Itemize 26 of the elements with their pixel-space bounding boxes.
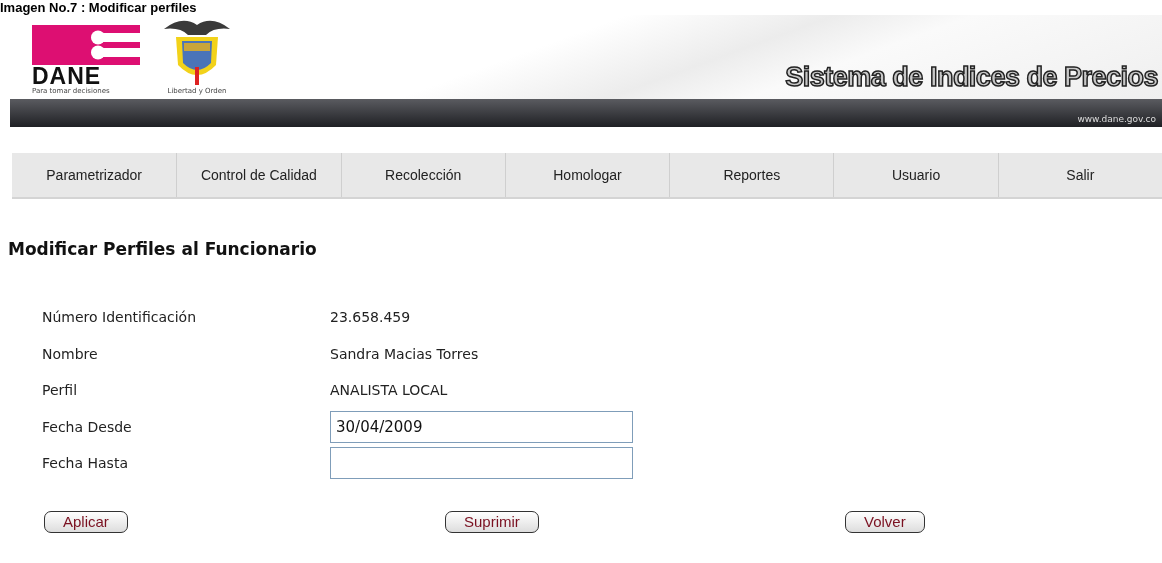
menu-item[interactable]: Parametrizador bbox=[12, 153, 177, 197]
action-button[interactable]: Aplicar bbox=[44, 510, 128, 533]
menu-item[interactable]: Homologar bbox=[504, 153, 670, 197]
logo-text: DANE bbox=[32, 65, 102, 87]
date-input-field[interactable] bbox=[330, 447, 633, 480]
logo-mark-icon bbox=[32, 25, 140, 65]
field-label: Número Identificación bbox=[42, 308, 198, 328]
menu-item[interactable]: Reportes bbox=[669, 153, 834, 197]
figure-caption: Imagen No.7 : Modificar perfiles bbox=[0, 0, 198, 15]
field-label: Nombre bbox=[42, 344, 99, 364]
field-label: Perfil bbox=[42, 381, 79, 401]
field-label: Fecha Hasta bbox=[42, 454, 129, 474]
system-title: Sistema de Indices de Precios bbox=[785, 62, 1158, 93]
menu-item[interactable]: Usuario bbox=[833, 153, 998, 197]
menu-item[interactable]: Salir bbox=[997, 153, 1162, 197]
field-value: ANALISTA LOCAL bbox=[330, 382, 449, 399]
field-value: 23.658.459 bbox=[330, 309, 412, 326]
action-button[interactable]: Suprimir bbox=[445, 510, 539, 533]
action-button[interactable]: Volver bbox=[845, 510, 925, 533]
field-label: Fecha Desde bbox=[42, 417, 133, 437]
menu-item[interactable]: Control de Calidad bbox=[176, 153, 341, 197]
page-title: Modificar Perfiles al Funcionario bbox=[8, 239, 318, 259]
menu-item[interactable]: Recolección bbox=[340, 153, 505, 197]
website-text: www.dane.gov.co bbox=[1077, 114, 1156, 124]
date-input-field[interactable]: 30/04/2009 bbox=[330, 410, 633, 443]
field-value: Sandra Macias Torres bbox=[330, 345, 480, 362]
